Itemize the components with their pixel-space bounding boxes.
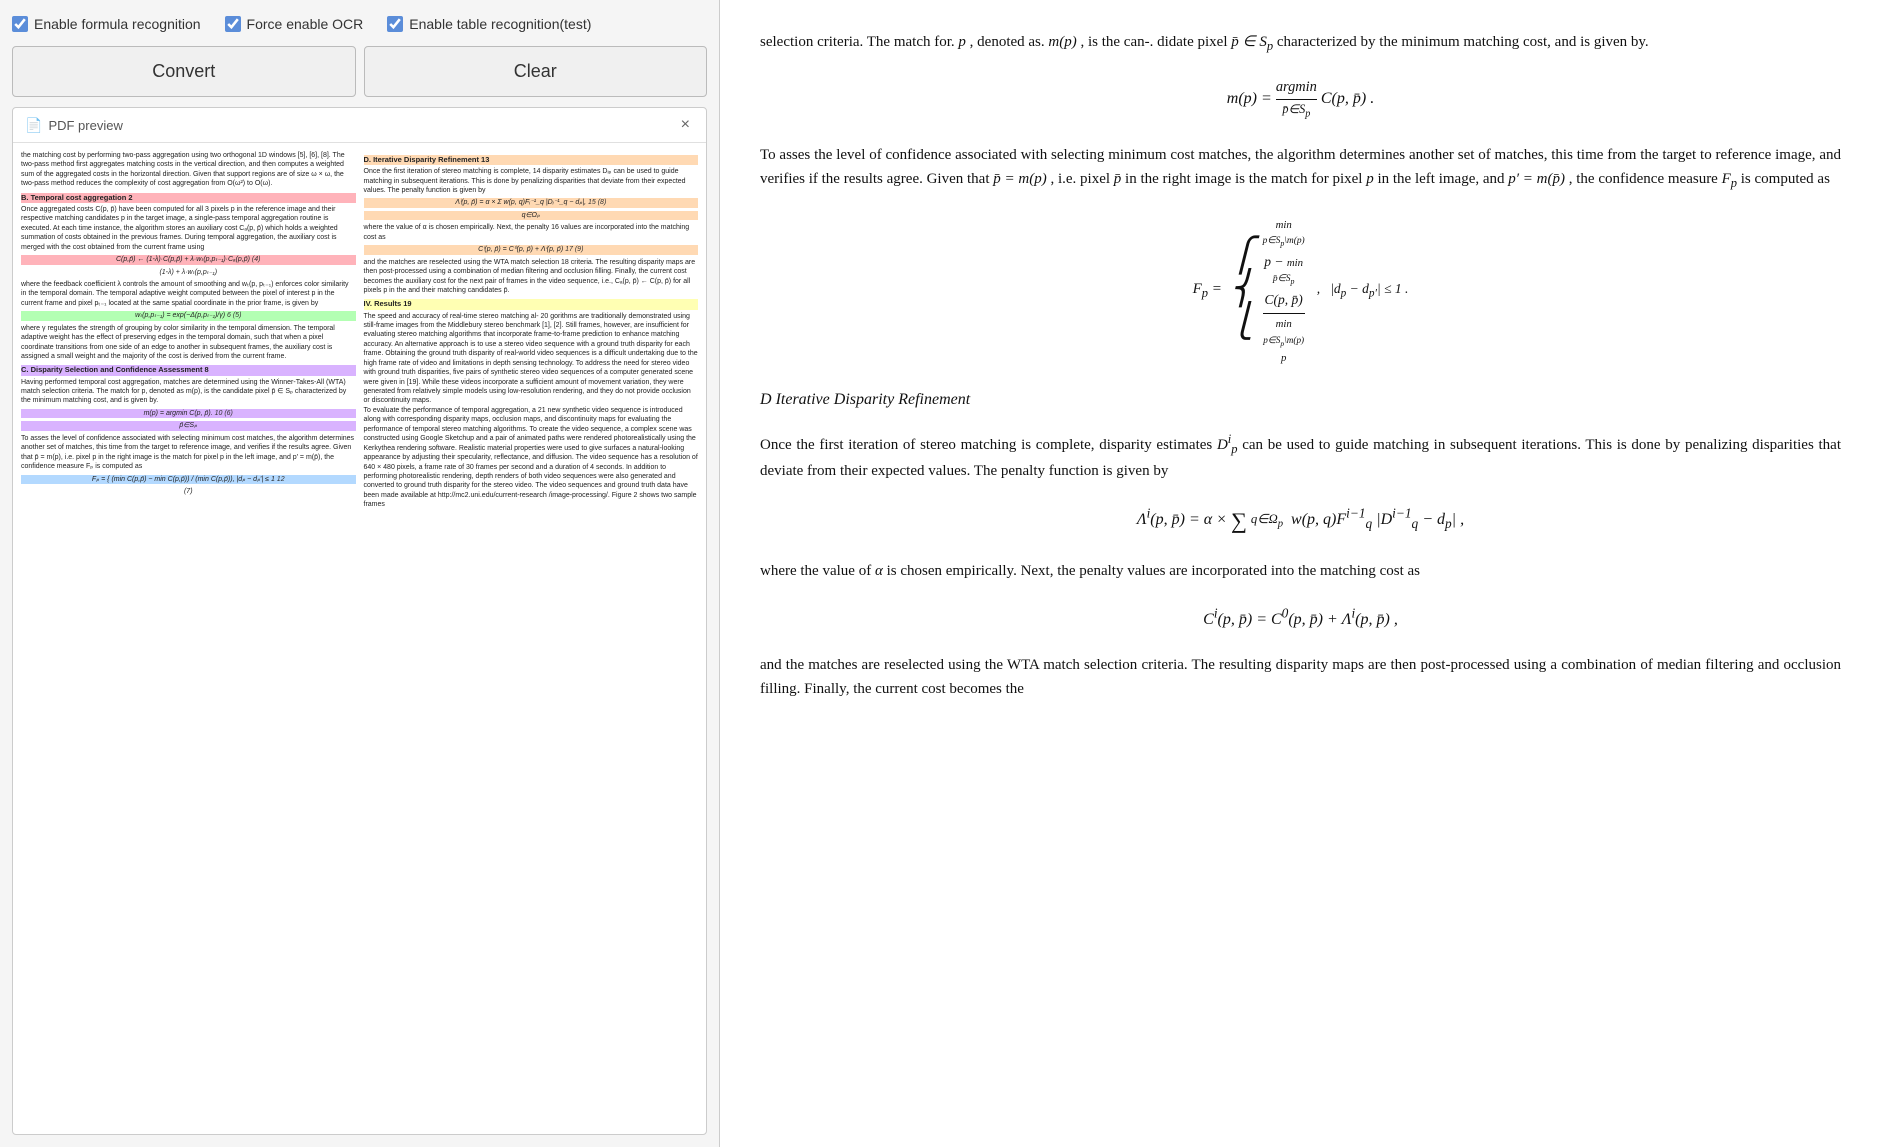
right-para-1: selection criteria. The match for. p , d… (760, 30, 1841, 56)
formula-1-block: m(p) = argmin p̄∈Sp C(p, p̄) . (760, 76, 1841, 123)
pdf-right-col: D. Iterative Disparity Refinement 13 Onc… (364, 151, 699, 510)
checkbox-formula[interactable]: Enable formula recognition (12, 16, 201, 32)
pdf-page: the matching cost by performing two-pass… (21, 151, 698, 510)
checkbox-formula-input[interactable] (12, 16, 28, 32)
pdf-preview-container: 📄 PDF preview × the matching cost by per… (12, 107, 707, 1135)
right-para-5: and the matches are reselected using the… (760, 653, 1841, 701)
pdf-close-button[interactable]: × (677, 116, 694, 134)
pdf-content[interactable]: the matching cost by performing two-pass… (13, 143, 706, 1134)
convert-button[interactable]: Convert (12, 46, 356, 97)
formula-3-block: Λi(p, p̄) = α × ∑ q∈Ωp w(p, q)Fi−1q |Di−… (760, 503, 1841, 539)
formula-4-block: Ci(p, p̄) = C0(p, p̄) + Λi(p, p̄) , (760, 603, 1841, 633)
checkbox-row: Enable formula recognition Force enable … (12, 12, 707, 36)
checkbox-ocr-input[interactable] (225, 16, 241, 32)
pdf-left-col: the matching cost by performing two-pass… (21, 151, 356, 510)
right-para-2: To asses the level of confidence associa… (760, 143, 1841, 193)
checkbox-table[interactable]: Enable table recognition(test) (387, 16, 591, 32)
right-panel[interactable]: selection criteria. The match for. p , d… (720, 0, 1881, 1147)
right-para-3: Once the first iteration of stereo match… (760, 429, 1841, 483)
section-heading-d: D Iterative Disparity Refinement (760, 387, 1841, 413)
pdf-two-columns: the matching cost by performing two-pass… (21, 151, 698, 510)
pdf-preview-title: PDF preview (48, 118, 122, 133)
checkbox-table-label: Enable table recognition(test) (409, 16, 591, 32)
checkbox-ocr[interactable]: Force enable OCR (225, 16, 364, 32)
checkbox-table-input[interactable] (387, 16, 403, 32)
clear-button[interactable]: Clear (364, 46, 708, 97)
checkbox-ocr-label: Force enable OCR (247, 16, 364, 32)
formula-2-block: Fp = ⎧⎨⎩ min p∈Sp\m(p) p − min p̄∈Sp C(p… (760, 213, 1841, 367)
pdf-preview-header: 📄 PDF preview × (13, 108, 706, 143)
document-icon: 📄 (25, 117, 42, 134)
action-buttons: Convert Clear (12, 46, 707, 97)
right-para-4: where the value of α is chosen empirical… (760, 559, 1841, 583)
left-panel: Enable formula recognition Force enable … (0, 0, 720, 1147)
checkbox-formula-label: Enable formula recognition (34, 16, 201, 32)
